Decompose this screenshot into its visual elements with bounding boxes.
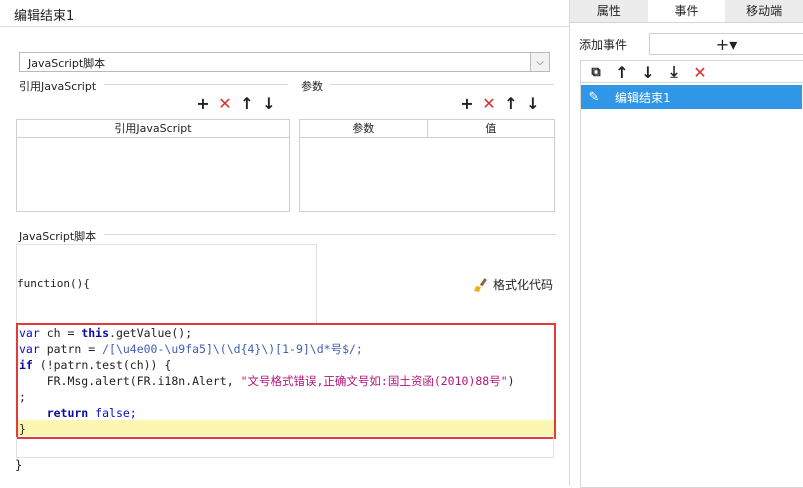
ref-js-toolbar: + ✕ ↑ ↓ (192, 93, 280, 113)
arrow-down-icon[interactable]: ↓ (258, 93, 280, 113)
event-list-item[interactable]: ✎ 编辑结束1 (581, 85, 802, 109)
copy-icon[interactable]: ⧉ (585, 62, 607, 82)
format-code-button[interactable]: 格式化代码 (473, 276, 553, 293)
tab-mobile[interactable]: 移动端 (725, 0, 803, 22)
window-title: 编辑结束1 (14, 9, 75, 24)
current-line-highlight (18, 420, 554, 436)
event-list (580, 82, 803, 488)
tab-events[interactable]: 事件 (647, 0, 726, 22)
edit-pencil-icon: ✎ (588, 89, 600, 105)
function-closing: } (15, 458, 23, 472)
ref-js-section-label: 引用JavaScript (19, 80, 97, 93)
code-line: var ch = this.getValue(); (19, 326, 193, 340)
add-event-dropdown[interactable]: +▾ (649, 33, 803, 55)
divider (104, 234, 556, 235)
column-header-param[interactable]: 参数 (300, 120, 428, 137)
event-toolbar: ⧉ ↑ ↓ ⤓ ✕ (580, 60, 803, 83)
code-line: return false; (19, 406, 137, 420)
divider (104, 84, 288, 85)
code-line: FR.Msg.alert(FR.i18n.Alert, "文号格式错误,正确文号… (19, 374, 515, 388)
code-line: var patrn = /[\u4e00-\u9fa5]\(\d{4}\)[1-… (19, 342, 363, 356)
arrow-down-icon[interactable]: ↓ (637, 62, 659, 82)
brush-icon (474, 277, 487, 292)
column-header-value[interactable]: 值 (428, 120, 555, 137)
code-block[interactable]: var ch = this.getValue(); var patrn = /[… (16, 323, 556, 439)
script-section-label: JavaScript脚本 (19, 230, 97, 243)
code-line: ; (19, 390, 26, 404)
add-event-label: 添加事件 (579, 38, 628, 52)
chevron-down-icon[interactable]: ⌵ (530, 53, 549, 71)
ref-js-table: 引用JavaScript (16, 119, 290, 212)
params-toolbar: + ✕ ↑ ↓ (456, 93, 544, 113)
delete-x-icon[interactable]: ✕ (478, 93, 500, 113)
params-section-label: 参数 (301, 80, 323, 93)
script-type-select[interactable]: JavaScript脚本 ⌵ (19, 52, 550, 72)
plus-icon[interactable]: + (456, 93, 478, 113)
plus-icon[interactable]: + (192, 93, 214, 113)
column-header-ref-js[interactable]: 引用JavaScript (17, 120, 289, 137)
move-bottom-icon[interactable]: ⤓ (663, 62, 685, 82)
code-line: if (!patrn.test(ch)) { (19, 358, 172, 372)
arrow-up-icon[interactable]: ↑ (236, 93, 258, 113)
code-editor-footer[interactable] (16, 437, 554, 458)
arrow-up-icon[interactable]: ↑ (500, 93, 522, 113)
arrow-up-icon[interactable]: ↑ (611, 62, 633, 82)
arrow-down-icon[interactable]: ↓ (522, 93, 544, 113)
format-code-label: 格式化代码 (493, 278, 554, 292)
delete-x-icon[interactable]: ✕ (214, 93, 236, 113)
function-header: function(){ (17, 277, 90, 290)
tab-properties[interactable]: 属性 (570, 0, 648, 22)
event-item-label: 编辑结束1 (615, 90, 671, 105)
plus-dropdown-icon: +▾ (715, 34, 738, 54)
delete-x-icon[interactable]: ✕ (689, 62, 711, 82)
code-line: } (19, 422, 26, 436)
divider (330, 84, 554, 85)
right-tabs: 属性 事件 移动端 (570, 0, 803, 23)
params-table: 参数 值 (299, 119, 555, 212)
title-bar: 编辑结束1 (0, 0, 569, 27)
script-type-value: JavaScript脚本 (28, 57, 106, 70)
